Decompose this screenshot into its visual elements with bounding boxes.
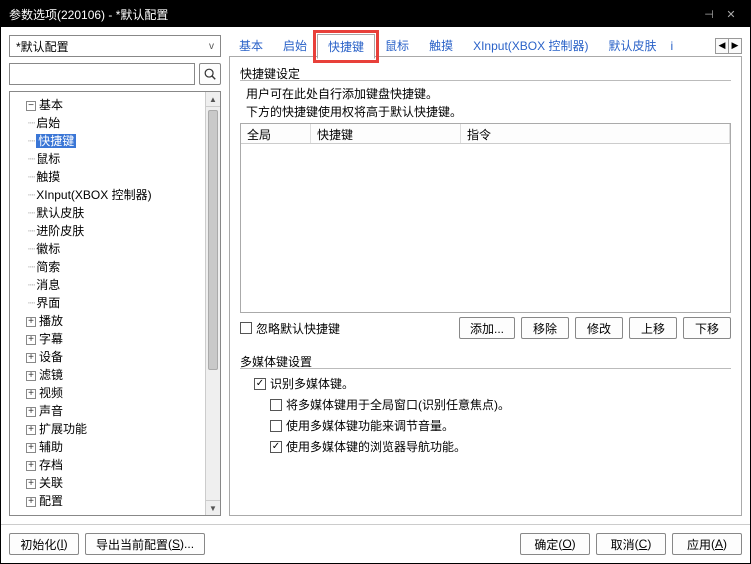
tree-node-简索[interactable]: ┈简索 xyxy=(14,258,204,276)
browser-nav-label: 使用多媒体键的浏览器导航功能。 xyxy=(286,438,466,455)
search-button[interactable] xyxy=(199,63,221,85)
tree-node-启始[interactable]: ┈启始 xyxy=(14,114,204,132)
tree-node-播放[interactable]: +播放 xyxy=(14,312,204,330)
tab-XInput(XBOX 控制器)[interactable]: XInput(XBOX 控制器) xyxy=(463,34,598,57)
shortcut-group: 快捷键设定 用户可在此处自行添加键盘快捷键。 下方的快捷键使用权将高于默认快捷键… xyxy=(240,65,731,339)
search-input[interactable] xyxy=(9,63,195,85)
global-focus-checkbox[interactable]: 将多媒体键用于全局窗口(识别任意焦点)。 xyxy=(270,396,731,413)
tree-node-存档[interactable]: +存档 xyxy=(14,456,204,474)
adjust-volume-label: 使用多媒体键功能来调节音量。 xyxy=(286,417,454,434)
tab-overflow[interactable]: i xyxy=(666,36,675,56)
tabs-scroll-right[interactable]: ▶ xyxy=(728,38,742,54)
col-command[interactable]: 指令 xyxy=(461,124,730,143)
recognize-media-label: 识别多媒体键。 xyxy=(270,375,354,392)
tree-node-XInput(XBOX 控制器)[interactable]: ┈XInput(XBOX 控制器) xyxy=(14,186,204,204)
tab-触摸[interactable]: 触摸 xyxy=(419,34,463,57)
scroll-down-icon[interactable]: ▼ xyxy=(206,500,220,515)
tab-基本[interactable]: 基本 xyxy=(229,34,273,57)
tree-node-root[interactable]: −基本 xyxy=(14,96,204,114)
export-config-button[interactable]: 导出当前配置(S)... xyxy=(85,533,205,555)
col-global[interactable]: 全局 xyxy=(241,124,311,143)
tree-node-字幕[interactable]: +字幕 xyxy=(14,330,204,348)
recognize-media-checkbox[interactable]: ✓ 识别多媒体键。 xyxy=(254,375,731,392)
tab-启始[interactable]: 启始 xyxy=(273,34,317,57)
tab-strip: 基本启始快捷键鼠标触摸XInput(XBOX 控制器)默认皮肤i ◀ ▶ xyxy=(229,35,742,57)
adjust-volume-checkbox[interactable]: 使用多媒体键功能来调节音量。 xyxy=(270,417,731,434)
tree-node-设备[interactable]: +设备 xyxy=(14,348,204,366)
tree-node-徽标[interactable]: ┈徽标 xyxy=(14,240,204,258)
move-up-button[interactable]: 上移 xyxy=(629,317,677,339)
add-button[interactable]: 添加... xyxy=(459,317,515,339)
tree-scrollbar[interactable]: ▲ ▼ xyxy=(205,92,220,515)
shortcut-desc-1: 用户可在此处自行添加键盘快捷键。 xyxy=(246,87,438,101)
tree-node-进阶皮肤[interactable]: ┈进阶皮肤 xyxy=(14,222,204,240)
profile-combo[interactable]: *默认配置 v xyxy=(9,35,221,57)
tree-node-关联[interactable]: +关联 xyxy=(14,474,204,492)
tab-快捷键[interactable]: 快捷键 xyxy=(317,34,375,59)
close-icon[interactable]: ✕ xyxy=(720,8,742,21)
shortcut-desc-2: 下方的快捷键使用权将高于默认快捷键。 xyxy=(246,105,462,119)
scroll-up-icon[interactable]: ▲ xyxy=(206,92,220,107)
window-title: 参数选项(220106) - *默认配置 xyxy=(9,6,168,23)
apply-button[interactable]: 应用(A) xyxy=(672,533,742,555)
global-focus-label: 将多媒体键用于全局窗口(识别任意焦点)。 xyxy=(286,396,510,413)
tab-鼠标[interactable]: 鼠标 xyxy=(375,34,419,57)
category-tree[interactable]: −基本┈启始┈快捷键┈鼠标┈触摸┈XInput(XBOX 控制器)┈默认皮肤┈进… xyxy=(9,91,221,516)
tree-node-默认皮肤[interactable]: ┈默认皮肤 xyxy=(14,204,204,222)
tree-node-触摸[interactable]: ┈触摸 xyxy=(14,168,204,186)
col-shortcut[interactable]: 快捷键 xyxy=(311,124,461,143)
tree-node-扩展功能[interactable]: +扩展功能 xyxy=(14,420,204,438)
pin-icon[interactable]: ⊣ xyxy=(698,8,720,21)
tree-node-鼠标[interactable]: ┈鼠标 xyxy=(14,150,204,168)
remove-button[interactable]: 移除 xyxy=(521,317,569,339)
tree-node-辅助[interactable]: +辅助 xyxy=(14,438,204,456)
search-icon xyxy=(203,67,217,81)
shortcut-list[interactable]: 全局 快捷键 指令 xyxy=(240,123,731,313)
initialize-button[interactable]: 初始化(I) xyxy=(9,533,79,555)
scroll-thumb[interactable] xyxy=(208,110,218,370)
profile-combo-value: *默认配置 xyxy=(16,38,69,55)
tree-node-快捷键[interactable]: ┈快捷键 xyxy=(14,132,204,150)
tab-默认皮肤[interactable]: 默认皮肤 xyxy=(598,34,666,57)
tabs-scroll-left[interactable]: ◀ xyxy=(715,38,729,54)
tree-node-滤镜[interactable]: +滤镜 xyxy=(14,366,204,384)
cancel-button[interactable]: 取消(C) xyxy=(596,533,666,555)
tree-node-界面[interactable]: ┈界面 xyxy=(14,294,204,312)
titlebar: 参数选项(220106) - *默认配置 ⊣ ✕ xyxy=(1,1,750,27)
tree-node-消息[interactable]: ┈消息 xyxy=(14,276,204,294)
tree-node-视频[interactable]: +视频 xyxy=(14,384,204,402)
tree-node-配置[interactable]: +配置 xyxy=(14,492,204,510)
ok-button[interactable]: 确定(O) xyxy=(520,533,590,555)
tree-node-声音[interactable]: +声音 xyxy=(14,402,204,420)
edit-button[interactable]: 修改 xyxy=(575,317,623,339)
media-keys-group: 多媒体键设置 ✓ 识别多媒体键。 将多媒体键用于全局窗口(识别任意焦点)。 使用… xyxy=(240,353,731,455)
ignore-default-label: 忽略默认快捷键 xyxy=(256,320,340,337)
chevron-down-icon: v xyxy=(209,41,214,52)
browser-nav-checkbox[interactable]: ✓ 使用多媒体键的浏览器导航功能。 xyxy=(270,438,731,455)
ignore-default-checkbox[interactable]: 忽略默认快捷键 xyxy=(240,320,340,337)
move-down-button[interactable]: 下移 xyxy=(683,317,731,339)
